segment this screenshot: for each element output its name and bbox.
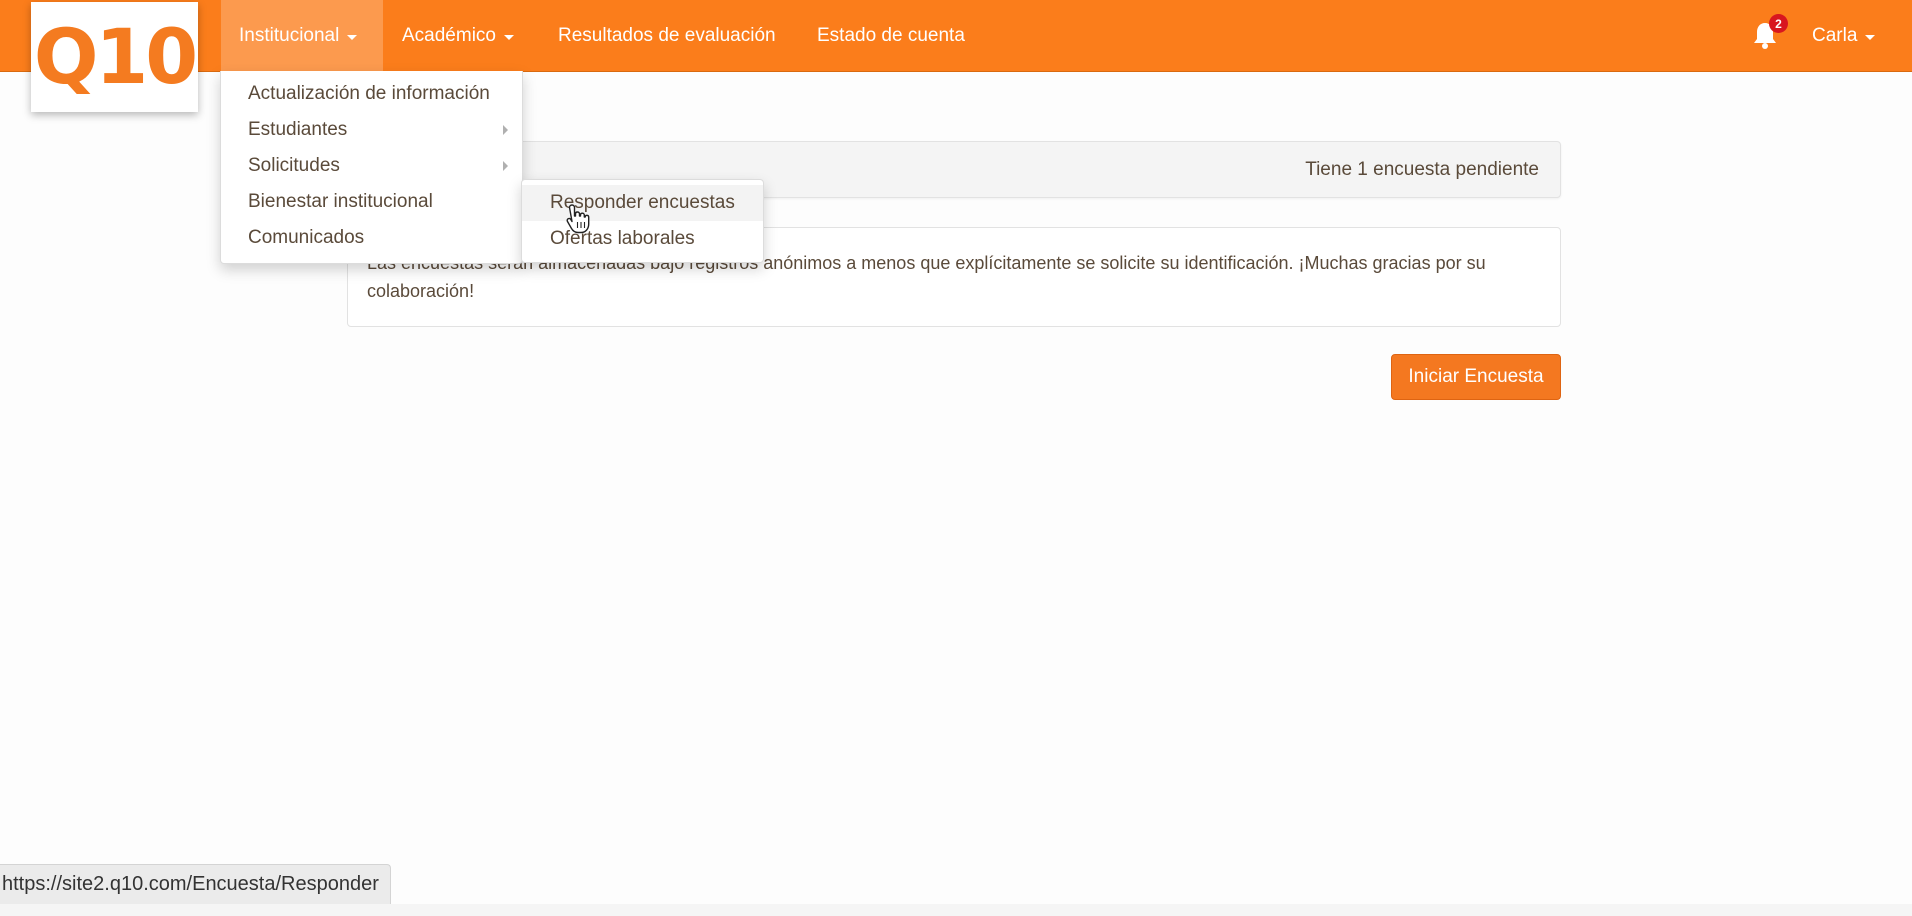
chevron-right-icon <box>503 161 508 171</box>
nav-item-label: Institucional <box>239 25 340 46</box>
browser-status-bar: https://site2.q10.com/Encuesta/Responder <box>0 864 391 904</box>
menu-item-label: Solicitudes <box>248 155 340 176</box>
caret-down-icon <box>504 34 514 40</box>
notification-badge: 2 <box>1769 14 1788 33</box>
caret-down-icon <box>1865 34 1876 40</box>
menu-item-estudiantes[interactable]: Estudiantes <box>221 112 522 148</box>
hand-cursor-icon <box>566 204 590 234</box>
menu-item-actualizacion-informacion[interactable]: Actualización de información <box>221 76 522 112</box>
menu-item-ofertas-laborales[interactable]: Ofertas laborales <box>522 221 763 257</box>
nav-item-estado-cuenta[interactable]: Estado de cuenta <box>817 0 965 72</box>
chevron-right-icon <box>503 125 508 135</box>
menu-item-label: Comunicados <box>248 227 365 248</box>
menu-item-responder-encuestas[interactable]: Responder encuestas <box>522 185 763 221</box>
user-name: Carla <box>1812 25 1858 46</box>
institucional-dropdown: Actualización de información Estudiantes… <box>220 71 523 264</box>
menu-item-label: Actualización de información <box>248 83 490 104</box>
bienestar-submenu: Responder encuestas Ofertas laborales <box>521 179 764 263</box>
nav-item-institucional[interactable]: Institucional <box>221 0 383 72</box>
nav-item-academico[interactable]: Académico <box>402 0 514 72</box>
user-menu[interactable]: Carla <box>1812 0 1876 72</box>
top-navbar: Institucional Académico Resultados de ev… <box>0 0 1912 72</box>
nav-item-resultados-evaluacion[interactable]: Resultados de evaluación <box>558 0 776 72</box>
menu-item-label: Estudiantes <box>248 119 348 140</box>
page-bottom-edge <box>0 904 1912 916</box>
status-url: https://site2.q10.com/Encuesta/Responder <box>2 873 379 895</box>
menu-item-solicitudes[interactable]: Solicitudes <box>221 148 522 184</box>
nav-item-label: Estado de cuenta <box>817 25 965 46</box>
menu-item-comunicados[interactable]: Comunicados <box>221 220 522 256</box>
nav-item-label: Académico <box>402 25 496 46</box>
menu-item-bienestar-institucional[interactable]: Bienestar institucional <box>221 184 522 220</box>
menu-item-label: Bienestar institucional <box>248 191 433 212</box>
start-survey-button[interactable]: Iniciar Encuesta <box>1391 354 1561 400</box>
logo-text: Q10 <box>33 12 198 101</box>
logo[interactable]: Q10 <box>31 2 198 112</box>
nav-item-label: Resultados de evaluación <box>558 25 776 46</box>
pending-survey-text: Tiene 1 encuesta pendiente <box>1305 158 1539 180</box>
caret-down-icon <box>347 34 358 40</box>
